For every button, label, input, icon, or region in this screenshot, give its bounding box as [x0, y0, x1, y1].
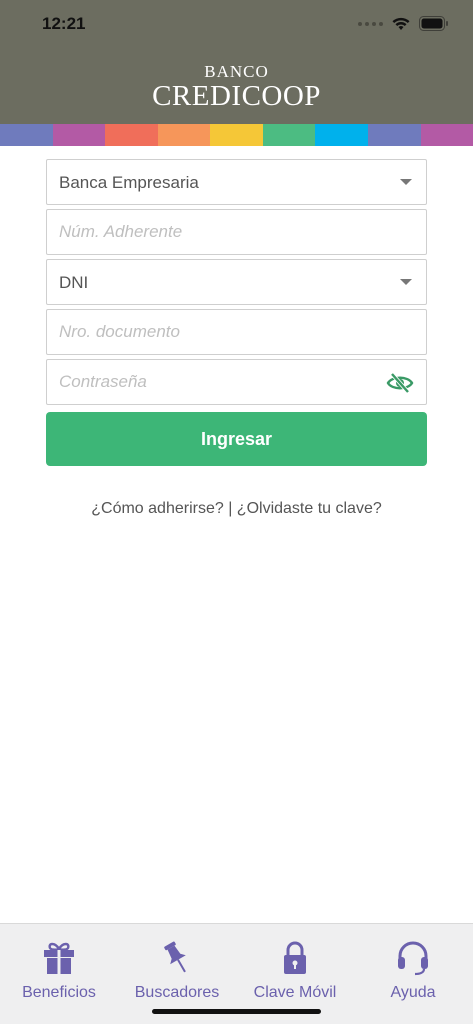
document-number-input[interactable] — [47, 310, 426, 354]
band-stripe — [262, 124, 316, 146]
tab-ayuda[interactable]: Ayuda — [354, 940, 472, 1002]
help-links: ¿Cómo adherirse? | ¿Olvidaste tu clave? — [0, 500, 473, 518]
how-to-join-link[interactable]: ¿Cómo adherirse? — [91, 500, 224, 517]
brand-top-text: BANCO — [204, 62, 269, 81]
status-icons — [358, 16, 449, 31]
headset-icon — [398, 941, 428, 976]
tab-label: Ayuda — [390, 984, 436, 1001]
wifi-icon — [392, 17, 410, 30]
tab-clave-movil[interactable]: Clave Móvil — [236, 940, 354, 1002]
login-form: Banca Empresaria DNI Ingresar — [46, 159, 427, 466]
band-stripe — [52, 124, 106, 146]
header: 12:21 BANCO CREDICOOP — [0, 0, 473, 124]
brand-logo-text: CREDICOOP — [152, 80, 321, 112]
account-type-value: Banca Empresaria — [59, 173, 199, 192]
forgot-password-link[interactable]: ¿Olvidaste tu clave? — [237, 500, 382, 517]
band-stripe — [157, 124, 211, 146]
pushpin-icon — [164, 941, 186, 973]
password-field[interactable] — [46, 359, 427, 405]
login-screen: 12:21 BANCO CREDICOOP Banca Empresaria N… — [0, 0, 473, 1024]
home-indicator — [152, 1009, 321, 1014]
band-stripe — [367, 124, 421, 146]
band-stripe — [105, 124, 158, 146]
tab-label: Buscadores — [134, 984, 220, 1001]
status-time: 12:21 — [42, 14, 86, 33]
link-separator: | — [223, 500, 237, 517]
dropdown-caret-icon — [400, 179, 412, 185]
cellular-signal-icon — [358, 21, 383, 26]
tab-buscadores[interactable]: Buscadores — [118, 940, 236, 1002]
band-stripe — [315, 124, 368, 146]
lock-icon — [284, 941, 306, 974]
document-type-value: DNI — [59, 273, 89, 292]
band-stripe — [0, 124, 53, 146]
gift-icon — [44, 942, 74, 974]
document-number-field[interactable] — [46, 309, 427, 355]
password-input[interactable] — [47, 360, 426, 404]
band-stripe — [420, 124, 473, 146]
band-stripe — [210, 124, 263, 146]
adherent-number-input[interactable] — [47, 210, 426, 254]
adherent-number-field[interactable] — [46, 209, 427, 255]
dropdown-caret-icon — [400, 279, 412, 285]
account-type-select[interactable]: Banca Empresaria — [46, 159, 427, 205]
color-band — [0, 124, 473, 146]
tab-label: Clave Móvil — [253, 984, 337, 1001]
tab-label: Beneficios — [22, 984, 96, 1001]
battery-icon — [419, 16, 448, 31]
document-type-select[interactable]: DNI — [46, 259, 427, 305]
login-button[interactable]: Ingresar — [46, 412, 427, 466]
tab-beneficios[interactable]: Beneficios — [0, 940, 118, 1002]
eye-slash-icon[interactable] — [386, 371, 414, 395]
